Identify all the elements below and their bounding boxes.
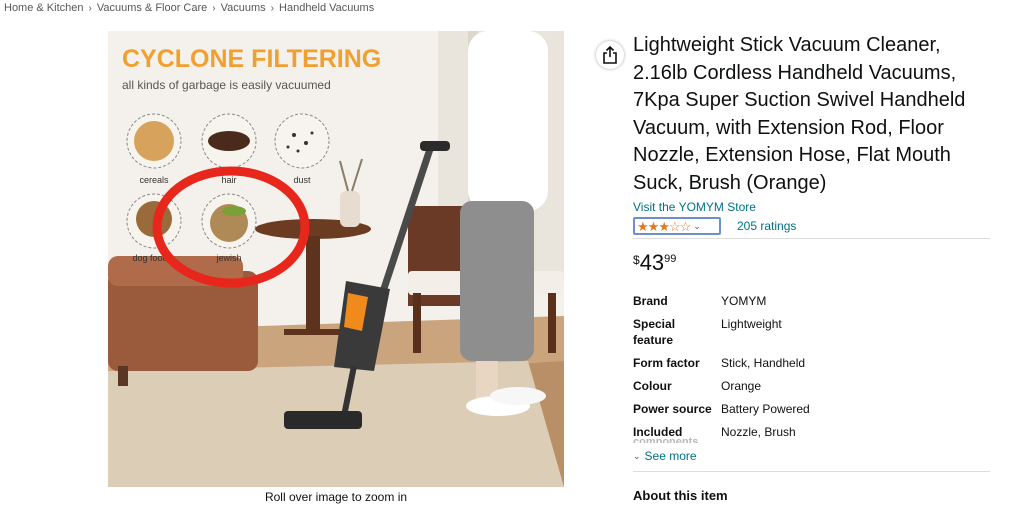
- circle-label-hair: hair: [221, 175, 236, 185]
- share-icon: [603, 46, 617, 64]
- star-full-icon: ★: [647, 218, 660, 234]
- spec-key: Colour: [633, 379, 672, 393]
- star-empty-icon: ☆: [668, 218, 681, 234]
- breadcrumb-vacuums-floor-care[interactable]: Vacuums & Floor Care: [97, 2, 207, 14]
- spec-table: Brand YOMYM Special feature Lightweight …: [633, 293, 990, 443]
- spec-row: Form factor Stick, Handheld: [633, 355, 990, 371]
- zoom-hint: Roll over image to zoom in: [264, 490, 408, 504]
- spec-row: Brand YOMYM: [633, 293, 990, 309]
- chevron-right-icon: ›: [88, 2, 92, 14]
- breadcrumb-vacuums[interactable]: Vacuums: [221, 2, 266, 14]
- breadcrumb-handheld-vacuums[interactable]: Handheld Vacuums: [279, 2, 374, 14]
- spec-value: Stick, Handheld: [721, 356, 806, 370]
- price-symbol: $: [633, 253, 640, 267]
- see-more-link[interactable]: ⌄ See more: [633, 449, 990, 463]
- spec-row: Power source Battery Powered: [633, 401, 990, 417]
- spec-row: Colour Orange: [633, 378, 990, 394]
- divider: [633, 238, 990, 239]
- image-subline: all kinds of garbage is easily vacuumed: [122, 78, 331, 92]
- star-empty-icon: ☆: [679, 218, 692, 234]
- chevron-down-icon: ⌄: [693, 220, 701, 231]
- star-full-icon: ★: [637, 218, 649, 234]
- rating-row: ★ ★ ★ ☆ ☆ ⌄ 205 ratings: [633, 217, 990, 235]
- spec-value: Nozzle, Brush: [721, 425, 796, 439]
- chevron-down-icon: ⌄: [633, 450, 641, 461]
- circle-label-dust: dust: [293, 175, 311, 185]
- price-fraction: 99: [664, 253, 677, 265]
- spec-key: Power source: [633, 402, 712, 416]
- product-image[interactable]: CYCLONE FILTERING all kinds of garbage i…: [108, 31, 564, 487]
- share-button[interactable]: [596, 41, 624, 69]
- spec-value: YOMYM: [721, 294, 767, 308]
- star-rating-dropdown[interactable]: ★ ★ ★ ☆ ☆ ⌄: [633, 217, 721, 235]
- circle-label-jewish: jewish: [215, 253, 241, 263]
- star-full-icon: ★: [658, 218, 670, 234]
- chevron-right-icon: ›: [270, 2, 275, 14]
- breadcrumb: Home & Kitchen › Vacuums & Floor Care › …: [4, 2, 374, 14]
- ratings-count-link[interactable]: 205 ratings: [737, 219, 796, 233]
- image-headline: CYCLONE FILTERING: [122, 45, 381, 73]
- see-more-label: See more: [644, 449, 697, 463]
- spec-key: Form factor: [633, 356, 700, 370]
- spec-value: Battery Powered: [721, 402, 810, 416]
- spec-key: Special feature: [633, 317, 676, 347]
- divider: [633, 471, 990, 472]
- spec-key: Brand: [633, 294, 668, 308]
- spec-value: Lightweight: [721, 317, 782, 331]
- chevron-right-icon: ›: [212, 2, 216, 14]
- product-details: Lightweight Stick Vacuum Cleaner, 2.16lb…: [633, 32, 990, 503]
- product-title: Lightweight Stick Vacuum Cleaner, 2.16lb…: [633, 34, 966, 194]
- about-heading: About this item: [633, 488, 728, 503]
- breadcrumb-home-kitchen[interactable]: Home & Kitchen: [4, 2, 83, 14]
- spec-row: Special feature Lightweight: [633, 316, 990, 348]
- store-link[interactable]: Visit the YOMYM Store: [633, 200, 756, 214]
- price: $ 43 99: [633, 251, 990, 275]
- price-whole: 43: [639, 250, 665, 275]
- spec-value: Orange: [721, 379, 762, 393]
- product-image-illustration: CYCLONE FILTERING all kinds of garbage i…: [108, 31, 564, 487]
- circle-label-cereals: cereals: [139, 175, 169, 185]
